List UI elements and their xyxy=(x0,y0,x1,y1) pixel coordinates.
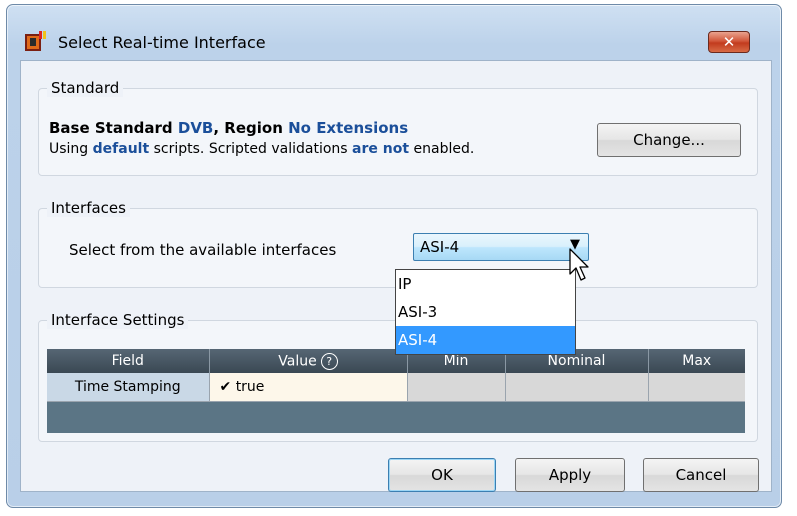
column-header-field[interactable]: Field xyxy=(47,349,210,373)
settings-grid: Field Value? Min Nominal Max Time Stampi… xyxy=(47,349,745,433)
change-button[interactable]: Change... xyxy=(597,123,741,157)
validations-text: scripts. Scripted validations xyxy=(149,141,353,157)
cell-value-text: true xyxy=(235,379,265,395)
cell-max xyxy=(648,373,745,402)
region-name: No Extensions xyxy=(288,119,409,137)
apply-button[interactable]: Apply xyxy=(515,458,625,492)
interface-select[interactable]: ASI-4 ▼ xyxy=(413,233,589,261)
close-button[interactable]: ✕ xyxy=(708,31,750,53)
table-row[interactable]: Time Stamping ✔ true xyxy=(47,373,745,402)
scripts-prefix: Using xyxy=(49,141,93,157)
cell-nominal xyxy=(505,373,649,402)
cell-min xyxy=(407,373,506,402)
dropdown-option-asi-4[interactable]: ASI-4 xyxy=(396,326,575,354)
standard-name: DVB xyxy=(177,119,214,137)
ok-button[interactable]: OK xyxy=(388,458,496,492)
interface-settings-legend: Interface Settings xyxy=(47,311,189,329)
help-circle-icon[interactable]: ? xyxy=(320,352,338,370)
standard-summary: Base Standard DVB, Region No Extensions xyxy=(49,119,408,137)
standard-group: Standard Base Standard DVB, Region No Ex… xyxy=(38,79,758,176)
dropdown-option-ip[interactable]: IP xyxy=(396,270,575,298)
interface-select-value: ASI-4 xyxy=(420,238,460,256)
interface-dropdown-list: IP ASI-3 ASI-4 xyxy=(395,269,576,355)
checkmark-icon: ✔ xyxy=(219,379,232,395)
app-logo-icon xyxy=(25,31,46,51)
scripts-summary: Using default scripts. Scripted validati… xyxy=(49,141,474,157)
scripts-name: default xyxy=(92,141,150,157)
validations-suffix: enabled. xyxy=(409,141,475,157)
window-title: Select Real-time Interface xyxy=(58,33,266,52)
standard-legend: Standard xyxy=(47,79,124,97)
interfaces-legend: Interfaces xyxy=(47,199,130,217)
cancel-button[interactable]: Cancel xyxy=(643,458,759,492)
cell-value[interactable]: ✔ true xyxy=(209,373,408,402)
dropdown-option-asi-3[interactable]: ASI-3 xyxy=(396,298,575,326)
column-header-value-label: Value xyxy=(278,353,317,369)
standard-prefix: Base Standard xyxy=(49,119,178,137)
interface-select-label: Select from the available interfaces xyxy=(69,241,337,259)
column-header-value[interactable]: Value? xyxy=(209,349,408,373)
cell-field: Time Stamping xyxy=(47,373,210,402)
column-header-max[interactable]: Max xyxy=(648,349,745,373)
close-icon: ✕ xyxy=(722,33,736,51)
mouse-cursor-icon xyxy=(569,248,589,281)
validations-status: are not xyxy=(352,141,410,157)
region-prefix: , Region xyxy=(213,119,289,137)
